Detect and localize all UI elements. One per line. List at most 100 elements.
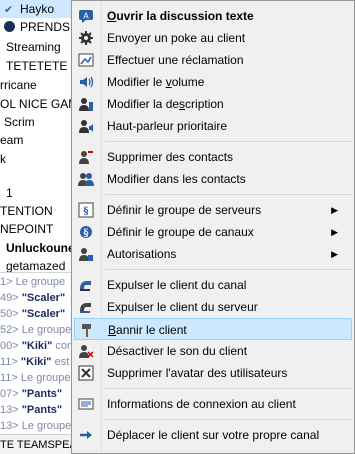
menu-item-label: Définir le groupe de canaux — [107, 225, 254, 239]
chat-line-prefix: 50> — [0, 308, 22, 320]
chat-line-nick[interactable]: "Scaler" — [22, 292, 65, 304]
menu-item-definir-le-groupe-de-canaux[interactable]: § Définir le groupe de canaux ▶ — [74, 221, 352, 243]
tree-row-label: rricane — [0, 78, 37, 92]
tree-row[interactable]: PRENDS — [4, 18, 70, 36]
tree-row-label: PRENDS — [20, 20, 71, 34]
tree-selected-client-name: Hayko — [20, 2, 55, 16]
tree-row[interactable]: Streaming — [6, 38, 61, 56]
svg-text:§: § — [83, 206, 88, 217]
menu-item-label: Informations de connexion au client — [107, 397, 296, 411]
tree-row[interactable]: TETETETE — [6, 57, 67, 75]
menu-item-desactiver-le-son-du-client[interactable]: Désactiver le son du client — [74, 340, 352, 362]
tree-row[interactable]: eam — [0, 131, 23, 149]
menu-item-modifier-la-description[interactable]: Modifier la description — [74, 93, 352, 115]
tree-row[interactable]: Unluckoune — [6, 239, 75, 257]
tree-row-label: k — [0, 152, 6, 166]
menu-item-haut-parleur-prioritaire[interactable]: Haut-parleur prioritaire — [74, 115, 352, 137]
menu-item-label: Supprimer l'avatar des utilisateurs — [107, 366, 288, 380]
tree-row[interactable]: TENTION — [0, 202, 53, 220]
mute-client-icon — [78, 343, 94, 359]
submenu-arrow-icon: ▶ — [331, 249, 338, 259]
tree-row[interactable]: 1 — [6, 184, 13, 202]
menu-item-expulser-le-client-du-canal[interactable]: Expulser le client du canal — [74, 274, 352, 296]
tree-row-label: Streaming — [6, 40, 61, 54]
tree-row-label: Scrim — [4, 115, 35, 129]
menu-separator — [105, 194, 352, 195]
menu-separator — [105, 141, 352, 142]
tree-row-label: NEPOINT — [0, 222, 54, 236]
chat-line-prefix: 13> — [0, 404, 22, 416]
complaint-icon — [78, 52, 94, 68]
menu-item-label: Autorisations — [107, 247, 177, 261]
chat-line-nick[interactable]: "Kiki" — [22, 340, 53, 352]
client-status-icon: ✔ — [4, 4, 14, 16]
chat-line-text: con — [52, 340, 74, 352]
teamspeak-window: ✔ Hayko PRENDS Streaming TETETETE rricane OL … — [0, 0, 355, 454]
menu-item-effectuer-une-reclamation[interactable]: Effectuer une réclamation — [74, 49, 352, 71]
menu-separator — [105, 419, 352, 420]
chat-line-prefix: 07> — [0, 388, 22, 400]
menu-item-supprimer-l-avatar-des-utilisateurs[interactable]: Supprimer l'avatar des utilisateurs — [74, 362, 352, 384]
chat-line-nick[interactable]: "Kiki" — [21, 356, 52, 368]
channel-dot-icon — [4, 21, 15, 32]
tree-row[interactable]: OL NICE GAM — [0, 95, 78, 113]
tree-row[interactable]: NEPOINT — [0, 220, 53, 238]
menu-item-label: Envoyer un poke au client — [107, 31, 246, 45]
tree-row-label: OL NICE GAM — [0, 97, 79, 111]
channel-group-icon: § — [78, 224, 94, 240]
chat-bubble-icon: A — [78, 8, 94, 24]
menu-separator — [105, 269, 352, 270]
tree-row-label: TENTION — [0, 204, 53, 218]
user-edit-icon — [78, 96, 94, 112]
menu-item-deplacer-le-client-sur-votre-propre-canal[interactable]: Déplacer le client sur votre propre cana… — [74, 424, 352, 446]
client-context-menu: A Ouvrir la discussion texte Envoyer un po… — [71, 0, 355, 454]
menu-item-label: Modifier la description — [107, 97, 224, 111]
tree-row[interactable]: rricane — [0, 76, 37, 94]
menu-item-bannir-le-client[interactable]: Bannir le client — [74, 318, 352, 340]
chat-line-prefix: 52> Le groupe — [0, 324, 72, 336]
chat-line-prefix: 11> Le groupe — [0, 372, 71, 384]
menu-item-label: Effectuer une réclamation — [107, 53, 244, 67]
chat-line-nick[interactable]: "Scaler" — [22, 308, 65, 320]
submenu-arrow-icon: ▶ — [331, 205, 338, 215]
menu-item-label: Expulser le client du canal — [107, 278, 247, 292]
chat-line-prefix: 1> Le groupe — [0, 276, 66, 288]
connection-info-icon — [78, 396, 94, 412]
menu-item-expulser-le-client-du-serveur[interactable]: Expulser le client du serveur — [74, 296, 352, 318]
chat-line-prefix: 11> — [0, 356, 21, 368]
menu-item-modifier-le-volume[interactable]: Modifier le volume — [74, 71, 352, 93]
menu-item-label: Supprimer des contacts — [107, 150, 234, 164]
chat-line-prefix: 13> Le groupe — [0, 420, 72, 432]
menu-item-definir-le-groupe-de-serveurs[interactable]: § Définir le groupe de serveurs ▶ — [74, 199, 352, 221]
menu-item-label: Désactiver le son du client — [107, 344, 248, 358]
poke-gear-icon — [78, 30, 94, 46]
ban-hammer-icon — [79, 322, 95, 338]
tree-row-label: TETETETE — [6, 59, 68, 73]
chat-line-text: est — [51, 356, 70, 368]
server-group-icon: § — [78, 202, 94, 218]
move-client-icon — [78, 427, 94, 443]
menu-item-label: Expulser le client du serveur — [107, 300, 258, 314]
chat-line-prefix: 49> — [0, 292, 22, 304]
menu-item-autorisations[interactable]: Autorisations ▶ — [74, 243, 352, 265]
menu-separator — [105, 388, 352, 389]
chat-line-nick[interactable]: "Pants" — [22, 404, 62, 416]
submenu-arrow-icon: ▶ — [331, 227, 338, 237]
menu-item-ouvrir-la-discussion-texte[interactable]: A Ouvrir la discussion texte — [74, 5, 352, 27]
menu-item-supprimer-des-contacts[interactable]: Supprimer des contacts — [74, 146, 352, 168]
chat-line: 13> Le groupe — [0, 417, 71, 435]
menu-item-modifier-dans-les-contacts[interactable]: Modifier dans les contacts — [74, 168, 352, 190]
tree-row-label: eam — [0, 133, 24, 147]
tree-row[interactable]: Scrim — [4, 113, 35, 131]
kick-channel-icon — [78, 277, 94, 293]
menu-item-label: Bannir le client — [108, 323, 187, 337]
menu-item-envoyer-un-poke-au-client[interactable]: Envoyer un poke au client — [74, 27, 352, 49]
chat-line-nick[interactable]: "Pants" — [22, 388, 62, 400]
menu-item-informations-de-connexion-au-client[interactable]: Informations de connexion au client — [74, 393, 352, 415]
permissions-icon — [78, 246, 94, 262]
menu-item-label: Définir le groupe de serveurs — [107, 203, 262, 217]
tree-selected-client[interactable]: ✔ Hayko — [0, 0, 74, 18]
menu-item-label: Ouvrir la discussion texte — [107, 9, 254, 23]
tree-row[interactable]: k — [0, 150, 6, 168]
svg-text:A: A — [83, 12, 89, 21]
